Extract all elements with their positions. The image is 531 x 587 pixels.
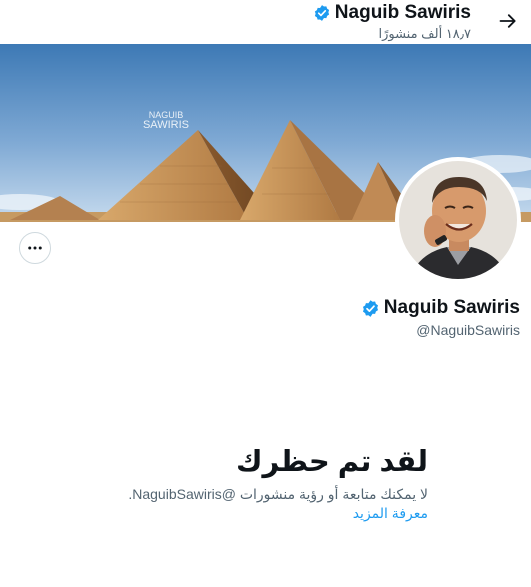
more-options-button[interactable] xyxy=(19,232,51,264)
profile-info: Naguib Sawiris @NaguibSawiris xyxy=(361,296,520,339)
header-name: Naguib Sawiris xyxy=(334,2,471,23)
back-button[interactable] xyxy=(491,4,525,38)
more-horizontal-icon xyxy=(28,246,42,250)
avatar-image xyxy=(399,161,517,279)
top-header-bar: Naguib Sawiris ١٨٫٧ ألف منشورًا xyxy=(0,0,531,44)
banner-watermark-bottom: SAWIRIS xyxy=(143,119,189,131)
header-title-block: Naguib Sawiris ١٨٫٧ ألف منشورًا xyxy=(313,2,471,42)
arrow-right-icon xyxy=(499,14,516,28)
blocked-message: لا يمكنك متابعة أو رؤية منشورات @NaguibS… xyxy=(98,485,428,523)
header-posts-count: ١٨٫٧ ألف منشورًا xyxy=(378,26,471,41)
verified-badge-icon xyxy=(314,5,329,21)
verified-badge-icon xyxy=(362,299,378,317)
profile-avatar[interactable] xyxy=(395,157,521,283)
learn-more-link[interactable]: معرفة المزيد xyxy=(353,505,428,521)
profile-name: Naguib Sawiris xyxy=(383,297,520,318)
blocked-message-text: لا يمكنك متابعة أو رؤية منشورات @NaguibS… xyxy=(128,486,428,502)
profile-handle: @NaguibSawiris xyxy=(416,322,520,338)
blocked-notice: لقد تم حظرك لا يمكنك متابعة أو رؤية منشو… xyxy=(98,444,428,523)
blocked-title: لقد تم حظرك xyxy=(235,446,428,478)
